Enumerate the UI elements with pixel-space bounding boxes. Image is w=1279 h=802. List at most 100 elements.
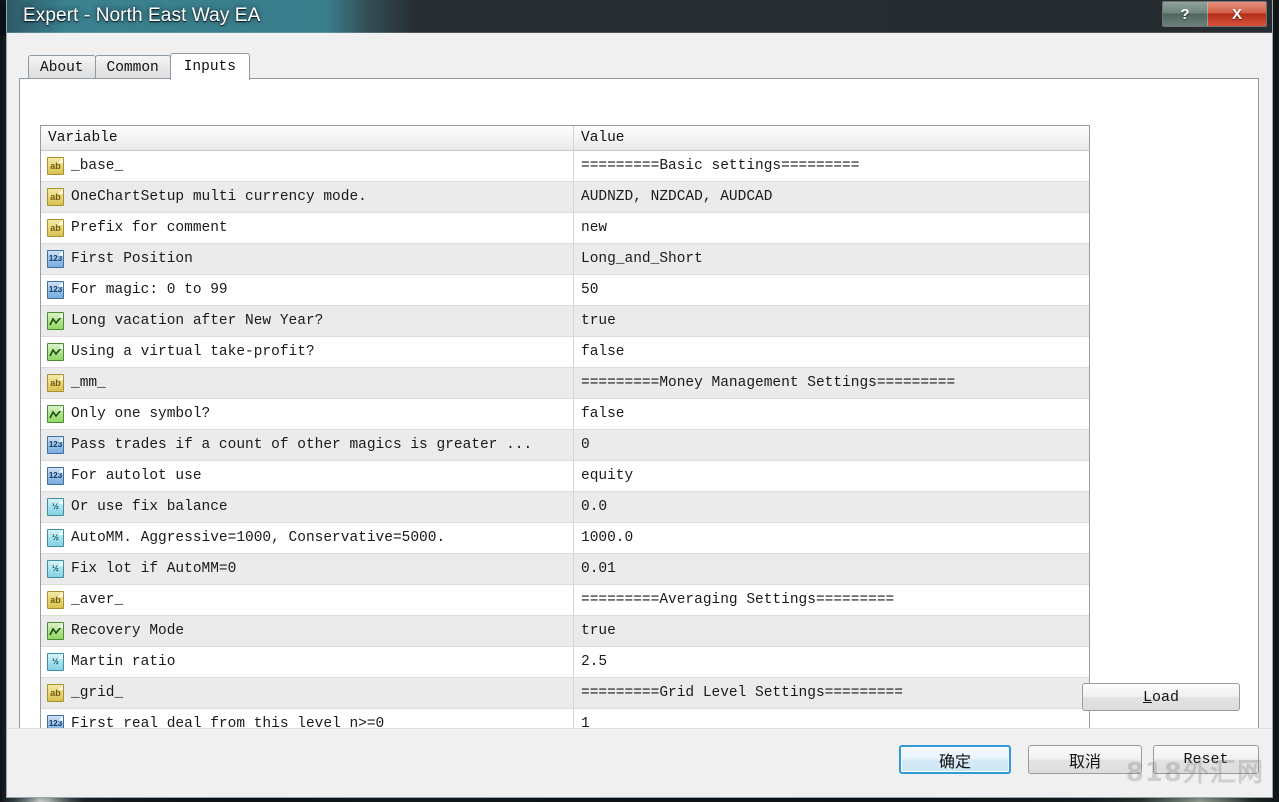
tab-strip: About Common Inputs xyxy=(28,53,250,80)
string-icon: ab xyxy=(47,157,64,175)
double-icon: ½ xyxy=(47,653,64,671)
table-row[interactable]: ab _mm_ =========Money Management Settings… xyxy=(41,367,1089,399)
cell-value[interactable]: 0.0 xyxy=(573,491,1089,523)
column-header-variable[interactable]: Variable xyxy=(41,126,574,151)
cell-variable[interactable]: ab Prefix for comment xyxy=(41,212,574,244)
cell-value[interactable]: true xyxy=(573,305,1089,337)
variable-label: _aver_ xyxy=(71,592,124,608)
tab-about[interactable]: About xyxy=(28,55,96,79)
cell-value[interactable]: =========Money Management Settings======… xyxy=(573,367,1089,399)
variable-label: For autolot use xyxy=(71,468,202,484)
inputs-grid[interactable]: Variable Value ab _base_ =========Basic se… xyxy=(40,125,1090,758)
variable-label: AutoMM. Aggressive=1000, Conservative=50… xyxy=(71,530,446,546)
variable-label: Long vacation after New Year? xyxy=(71,313,324,329)
string-icon: ab xyxy=(47,374,64,392)
table-row[interactable]: Recovery Mode true xyxy=(41,615,1089,647)
cell-value[interactable]: =========Averaging Settings========= xyxy=(573,584,1089,616)
cell-value[interactable]: 1000.0 xyxy=(573,522,1089,554)
cell-variable[interactable]: ab OneChartSetup multi currency mode. xyxy=(41,181,574,213)
table-row[interactable]: 123 For autolot use equity xyxy=(41,460,1089,492)
table-row[interactable]: ½ Fix lot if AutoMM=0 0.01 xyxy=(41,553,1089,585)
table-row[interactable]: Using a virtual take-profit? false xyxy=(41,336,1089,368)
column-header-value[interactable]: Value xyxy=(573,126,1089,151)
cell-variable[interactable]: 123 For autolot use xyxy=(41,460,574,492)
table-body: ab _base_ =========Basic settings=========… xyxy=(41,150,1089,740)
reset-button[interactable]: Reset xyxy=(1153,745,1259,774)
dialog-client-area: About Common Inputs Variable Value ab _ba… xyxy=(7,33,1272,797)
table-header-row: Variable Value xyxy=(41,126,1089,151)
cell-variable[interactable]: ½ AutoMM. Aggressive=1000, Conservative=5… xyxy=(41,522,574,554)
integer-icon: 123 xyxy=(47,467,64,485)
cell-variable[interactable]: Using a virtual take-profit? xyxy=(41,336,574,368)
table-row[interactable]: ab _grid_ =========Grid Level Settings====… xyxy=(41,677,1089,709)
help-icon[interactable]: ? xyxy=(1163,2,1208,26)
string-icon: ab xyxy=(47,188,64,206)
inputs-tab-page: Variable Value ab _base_ =========Basic se… xyxy=(19,78,1259,762)
cell-variable[interactable]: Long vacation after New Year? xyxy=(41,305,574,337)
expert-properties-dialog: Expert - North East Way EA ? X About Com… xyxy=(6,0,1273,798)
table-row[interactable]: ab Prefix for comment new xyxy=(41,212,1089,244)
variable-label: Fix lot if AutoMM=0 xyxy=(71,561,237,577)
ok-button[interactable]: 确定 xyxy=(899,745,1011,774)
cell-variable[interactable]: ab _grid_ xyxy=(41,677,574,709)
cell-value[interactable]: 0 xyxy=(573,429,1089,461)
cell-variable[interactable]: ½ Or use fix balance xyxy=(41,491,574,523)
variable-label: Prefix for comment xyxy=(71,220,228,236)
cell-variable[interactable]: Only one symbol? xyxy=(41,398,574,430)
cell-variable[interactable]: ab _aver_ xyxy=(41,584,574,616)
table-row[interactable]: ½ AutoMM. Aggressive=1000, Conservative=5… xyxy=(41,522,1089,554)
close-icon[interactable]: X xyxy=(1208,2,1266,26)
cell-value[interactable]: true xyxy=(573,615,1089,647)
tab-inputs[interactable]: Inputs xyxy=(169,53,250,80)
cell-value[interactable]: new xyxy=(573,212,1089,244)
load-button[interactable]: Load xyxy=(1082,683,1240,711)
string-icon: ab xyxy=(47,684,64,702)
cell-value[interactable]: false xyxy=(573,336,1089,368)
variable-label: First Position xyxy=(71,251,193,267)
integer-icon: 123 xyxy=(47,250,64,268)
table-row[interactable]: ½ Martin ratio 2.5 xyxy=(41,646,1089,678)
variable-label: Pass trades if a count of other magics i… xyxy=(71,437,533,453)
variable-label: OneChartSetup multi currency mode. xyxy=(71,189,367,205)
variable-label: Using a virtual take-profit? xyxy=(71,344,315,360)
variable-label: Only one symbol? xyxy=(71,406,211,422)
cell-variable[interactable]: 123 For magic: 0 to 99 xyxy=(41,274,574,306)
cell-variable[interactable]: Recovery Mode xyxy=(41,615,574,647)
variable-label: For magic: 0 to 99 xyxy=(71,282,228,298)
integer-icon: 123 xyxy=(47,281,64,299)
variable-label: Or use fix balance xyxy=(71,499,228,515)
string-icon: ab xyxy=(47,591,64,609)
table-row[interactable]: Only one symbol? false xyxy=(41,398,1089,430)
cell-value[interactable]: AUDNZD, NZDCAD, AUDCAD xyxy=(573,181,1089,213)
table-row[interactable]: 123 For magic: 0 to 99 50 xyxy=(41,274,1089,306)
table-row[interactable]: ½ Or use fix balance 0.0 xyxy=(41,491,1089,523)
table-row[interactable]: 123 First Position Long_and_Short xyxy=(41,243,1089,275)
cell-variable[interactable]: 123 Pass trades if a count of other magic… xyxy=(41,429,574,461)
cell-value[interactable]: 0.01 xyxy=(573,553,1089,585)
cell-value[interactable]: Long_and_Short xyxy=(573,243,1089,275)
variable-label: Martin ratio xyxy=(71,654,176,670)
cell-variable[interactable]: ab _base_ xyxy=(41,150,574,182)
table-row[interactable]: ab _aver_ =========Averaging Settings=====… xyxy=(41,584,1089,616)
cell-value[interactable]: equity xyxy=(573,460,1089,492)
tab-common[interactable]: Common xyxy=(94,55,171,79)
cell-variable[interactable]: 123 First Position xyxy=(41,243,574,275)
table-row[interactable]: ab OneChartSetup multi currency mode. AUDN… xyxy=(41,181,1089,213)
caption-button-group: ? X xyxy=(1162,1,1267,27)
double-icon: ½ xyxy=(47,498,64,516)
boolean-icon xyxy=(47,405,64,423)
cell-value[interactable]: 2.5 xyxy=(573,646,1089,678)
integer-icon: 123 xyxy=(47,436,64,454)
table-row[interactable]: 123 Pass trades if a count of other magic… xyxy=(41,429,1089,461)
table-row[interactable]: Long vacation after New Year? true xyxy=(41,305,1089,337)
cell-variable[interactable]: ½ Fix lot if AutoMM=0 xyxy=(41,553,574,585)
cell-value[interactable]: false xyxy=(573,398,1089,430)
cell-value[interactable]: 50 xyxy=(573,274,1089,306)
load-accel-letter: L xyxy=(1142,688,1152,706)
cancel-button[interactable]: 取消 xyxy=(1028,745,1142,774)
cell-value[interactable]: =========Grid Level Settings========= xyxy=(573,677,1089,709)
table-row[interactable]: ab _base_ =========Basic settings========= xyxy=(41,150,1089,182)
cell-variable[interactable]: ab _mm_ xyxy=(41,367,574,399)
cell-value[interactable]: =========Basic settings========= xyxy=(573,150,1089,182)
cell-variable[interactable]: ½ Martin ratio xyxy=(41,646,574,678)
